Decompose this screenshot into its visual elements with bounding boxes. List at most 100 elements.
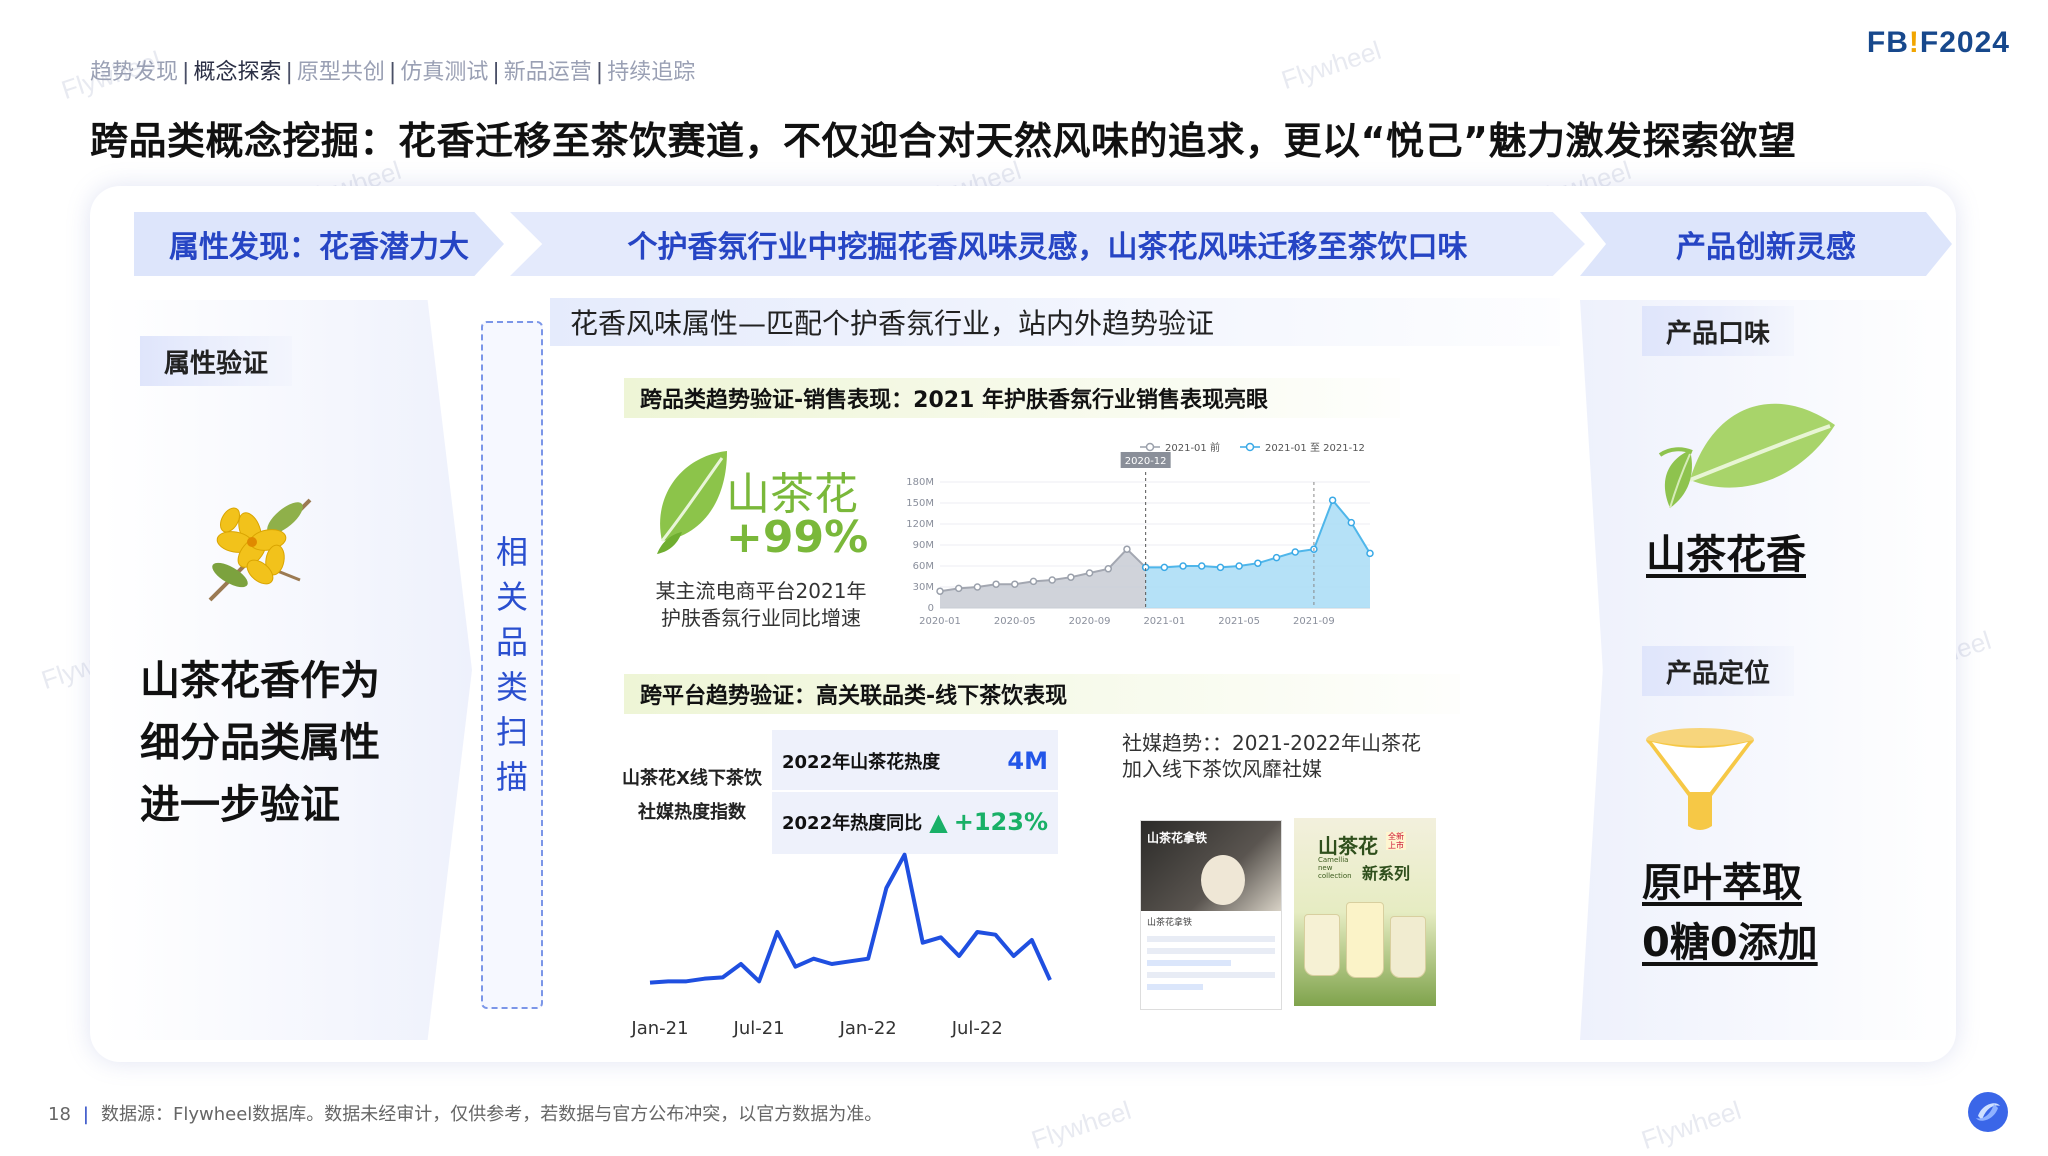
product-flavor-tag: 产品口味 — [1642, 306, 1795, 356]
attribute-verify-text: 山茶花香作为 细分品类属性 进一步验证 — [140, 650, 380, 836]
option-line — [1147, 984, 1203, 990]
data-point — [1254, 559, 1262, 567]
watermark: Flywheel — [1027, 1094, 1135, 1156]
nav-item-tracking[interactable]: 持续追踪 — [607, 60, 695, 85]
drink-cup — [1346, 902, 1384, 978]
camellia-series-poster: 山茶花 全新上市 Camellia new collection 新系列 — [1294, 818, 1436, 1006]
social-index-label: 山茶花X线下茶饮 社媒热度指数 — [612, 762, 772, 830]
legend-label: 2021-01 至 2021-12 — [1265, 442, 1365, 454]
note-line: 社媒趋势：：2021-2022年山茶花 — [1122, 731, 1422, 755]
scan-char: 相 — [495, 533, 528, 571]
option-line — [1147, 972, 1275, 978]
poster-subtitle: 新系列 — [1362, 864, 1411, 883]
data-point — [992, 580, 1000, 588]
y-tick-label: 90M — [913, 540, 934, 551]
note-line: 某主流电商平台2021年 — [655, 579, 867, 603]
data-point — [954, 584, 963, 593]
scan-char: 扫 — [495, 713, 528, 751]
nav-separator: | — [182, 60, 190, 85]
data-point — [1104, 565, 1113, 573]
data-point — [1048, 576, 1056, 584]
chevron-attribute-discovery: 属性发现：花香潜力大 — [134, 212, 504, 276]
nav-separator: | — [388, 60, 397, 85]
tea-leaf-icon — [1658, 403, 1835, 509]
growth-rate: +99% — [726, 512, 869, 563]
legend-marker — [1145, 442, 1155, 452]
social-heat-line-chart: Jan-21 Jul-21 Jan-22 Jul-22 — [630, 852, 1052, 1039]
data-point — [1291, 548, 1299, 556]
chevron-label: 属性发现：花香潜力大 — [169, 230, 469, 265]
y-tick-label: 120M — [906, 519, 934, 530]
kpi-row-heat: 2022年山茶花热度 4M — [772, 732, 1058, 792]
x-tick-label: 2020-01 — [919, 616, 961, 627]
series-area — [940, 549, 1146, 608]
product-position-tag: 产品定位 — [1642, 646, 1795, 696]
drink-cup — [1390, 916, 1426, 978]
nav-item-simulation[interactable]: 仿真测试 — [400, 60, 488, 85]
platform-verify-title: 跨平台趋势验证：高关联品类-线下茶饮表现 — [624, 674, 1460, 714]
nav-item-trend[interactable]: 趋势发现 — [90, 60, 178, 85]
kpi-value: 4M — [1007, 747, 1048, 775]
data-point — [1235, 562, 1243, 570]
x-tick-label: 2021-09 — [1293, 616, 1335, 627]
data-point — [1328, 496, 1337, 504]
scan-char: 品 — [495, 623, 528, 661]
logo-mark: ! — [1908, 26, 1920, 59]
x-tick-label: 2020-05 — [994, 616, 1036, 627]
x-tick-label: Jul-21 — [733, 1018, 785, 1039]
footer-separator: | — [82, 1104, 89, 1125]
note-line: 护肤香氛行业同比增速 — [661, 606, 861, 630]
data-point — [1085, 569, 1094, 577]
nav-item-prototype[interactable]: 原型共创 — [297, 60, 385, 85]
section-heading: 跨平台趋势验证：高关联品类-线下茶饮表现 — [640, 684, 1068, 709]
social-trend-note: 社媒趋势：：2021-2022年山茶花 加入线下茶饮风靡社媒 — [1122, 730, 1421, 782]
latte-title: 山茶花拿铁 — [1147, 831, 1208, 845]
fbif-logo: FB!F2024 — [1867, 26, 2010, 60]
note-line: 加入线下茶饮风靡社媒 — [1122, 757, 1322, 781]
data-point — [1011, 580, 1019, 588]
growth-note: 某主流电商平台2021年 护肤香氛行业同比增速 — [646, 578, 876, 632]
data-point — [1067, 573, 1075, 581]
latte-photo: 山茶花拿铁 — [1141, 821, 1281, 911]
text-line: 细分品类属性 — [140, 720, 380, 766]
sales-verify-title: 跨品类趋势验证-销售表现：2021 年护肤香氛行业销售表现亮眼 — [624, 378, 1400, 418]
tag-label: 产品口味 — [1666, 318, 1771, 349]
scan-char: 描 — [495, 758, 528, 796]
watermark: Flywheel — [1277, 34, 1385, 96]
up-arrow-icon: ▲ — [929, 808, 948, 836]
poster-badge: 全新上市 — [1386, 832, 1406, 850]
option-line — [1147, 936, 1275, 942]
kpi-value: +123% — [953, 808, 1048, 836]
flywheel-logo-icon — [1968, 1092, 2008, 1132]
chevron-product-inspiration: 产品创新灵感 — [1580, 212, 1952, 276]
chevron-label: 产品创新灵感 — [1676, 230, 1856, 265]
x-tick-label: 2021-01 — [1143, 616, 1185, 627]
nav-item-operation[interactable]: 新品运营 — [504, 60, 592, 85]
y-tick-label: 0 — [928, 603, 934, 614]
logo-text: FB — [1866, 26, 1909, 59]
osmanthus-flower-icon — [208, 498, 312, 602]
x-tick-label: 2020-09 — [1069, 616, 1111, 627]
page-number: 18 — [48, 1104, 71, 1125]
x-tick-label: Jan-21 — [630, 1018, 688, 1039]
funnel-icon — [1646, 728, 1754, 830]
legend-marker — [1245, 442, 1255, 452]
drink-cup — [1304, 914, 1340, 976]
chevron-label: 个护香氛行业中挖掘花香风味灵感，山茶花风味迁移至茶饮口味 — [627, 230, 1468, 265]
y-tick-label: 60M — [913, 561, 934, 572]
data-source-note: 数据源：Flywheel数据库。数据未经审计，仅供参考，若数据与官方公布冲突，以… — [100, 1104, 883, 1125]
watermark: Flywheel — [1637, 1094, 1745, 1156]
kpi-box: 2022年山茶花热度 4M 2022年热度同比 ▲ +123% — [772, 730, 1058, 854]
nav-item-concept[interactable]: 概念探索 — [193, 60, 281, 85]
stage-nav: 趋势发现 | 概念探索 | 原型共创 | 仿真测试 | 新品运营 | 持续追踪 — [90, 54, 695, 86]
data-point — [973, 583, 982, 591]
nav-separator: | — [285, 60, 293, 85]
y-tick-label: 180M — [906, 477, 934, 488]
data-point — [1160, 563, 1169, 572]
tag-label: 属性验证 — [164, 348, 269, 379]
page-title: 跨品类概念挖掘：花香迁移至茶饮赛道，不仅迎合对天然风味的追求，更以“悦己”魅力激… — [90, 119, 1797, 163]
category-scan-label: 相 关 品 类 扫 描 — [481, 530, 543, 800]
option-line — [1147, 960, 1231, 966]
attribute-verify-tag: 属性验证 — [140, 336, 293, 386]
latte-caption: 山茶花拿铁 — [1147, 918, 1193, 928]
